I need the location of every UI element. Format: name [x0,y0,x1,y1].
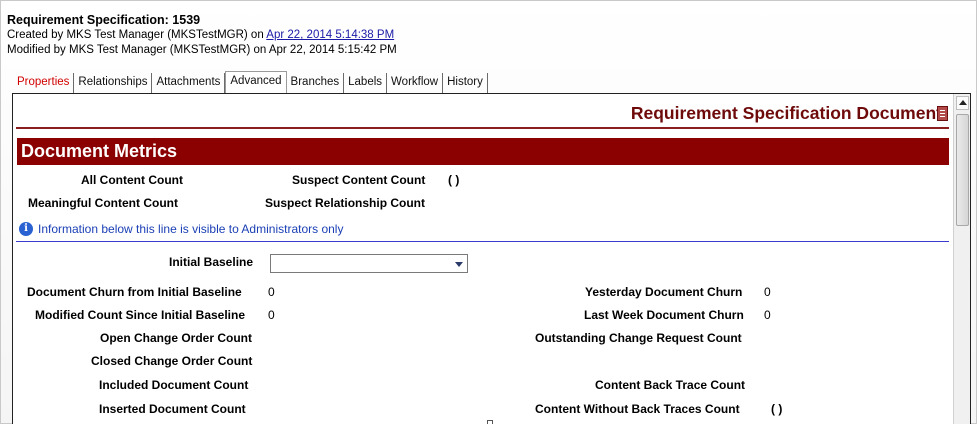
item-title: Requirement Specification: 1539 [7,13,201,27]
suspect-relationship-count-label: Suspect Relationship Count [265,196,426,210]
scroll-up-arrow-icon[interactable] [956,96,969,110]
tab-properties[interactable]: Properties [13,73,75,93]
tab-relationships[interactable]: Relationships [74,73,153,93]
modified-line: Modified by MKS Test Manager (MKSTestMGR… [7,44,397,56]
last-week-churn-label: Last Week Document Churn [584,308,744,322]
created-date-link[interactable]: Apr 22, 2014 5:14:38 PM [266,29,394,41]
scroll-thumb[interactable] [956,114,969,226]
content-without-back-traces-label: Content Without Back Traces Count [535,402,740,416]
included-document-label: Included Document Count [99,378,249,392]
churn-initial-label: Document Churn from Initial Baseline [27,285,242,299]
chevron-down-icon[interactable] [455,262,463,267]
document-title: Requirement Specification Document [630,103,942,123]
yesterday-churn-label: Yesterday Document Churn [585,285,743,299]
modified-since-label: Modified Count Since Initial Baseline [35,308,246,322]
vertical-scrollbar[interactable] [953,94,970,424]
title-divider [16,127,949,129]
last-week-churn-value: 0 [764,308,771,322]
info-icon: i [19,222,33,236]
tab-attachments[interactable]: Attachments [152,73,226,93]
meaningful-content-count-label: Meaningful Content Count [28,196,178,210]
tab-branches[interactable]: Branches [287,73,345,93]
admin-divider [16,241,949,242]
created-text: Created by MKS Test Manager (MKSTestMGR)… [7,29,267,41]
admin-info-text: Information below this line is visible t… [38,222,344,236]
admin-info-notice: i Information below this line is visible… [19,222,343,236]
suspect-content-count-label: Suspect Content Count [292,173,426,187]
resize-handle[interactable] [487,420,493,424]
tab-bar: Properties Relationships Attachments Adv… [13,71,488,93]
suspect-content-count-value: ( ) [448,173,460,187]
item-window: Requirement Specification: 1539 Created … [0,0,977,424]
created-line: Created by MKS Test Manager (MKSTestMGR)… [7,28,397,43]
tab-history[interactable]: History [443,73,488,93]
inserted-document-label: Inserted Document Count [99,402,246,416]
tab-labels[interactable]: Labels [344,73,388,93]
section-header: Document Metrics [17,138,949,165]
churn-initial-value: 0 [268,285,275,299]
document-icon [937,106,948,121]
item-header: Requirement Specification: 1539 Created … [7,13,397,58]
modified-since-value: 0 [268,308,275,322]
tab-advanced[interactable]: Advanced [225,71,287,93]
closed-change-order-label: Closed Change Order Count [91,354,253,368]
initial-baseline-label: Initial Baseline [169,255,254,269]
content-back-trace-label: Content Back Trace Count [595,378,746,392]
initial-baseline-select[interactable] [270,254,468,273]
open-change-order-label: Open Change Order Count [100,331,253,345]
content-without-back-traces-value: ( ) [771,402,783,416]
yesterday-churn-value: 0 [764,285,771,299]
all-content-count-label: All Content Count [81,173,183,187]
outstanding-change-request-label: Outstanding Change Request Count [535,331,742,345]
properties-panel: Requirement Specification Document Docum… [12,93,971,424]
tab-workflow[interactable]: Workflow [387,73,444,93]
